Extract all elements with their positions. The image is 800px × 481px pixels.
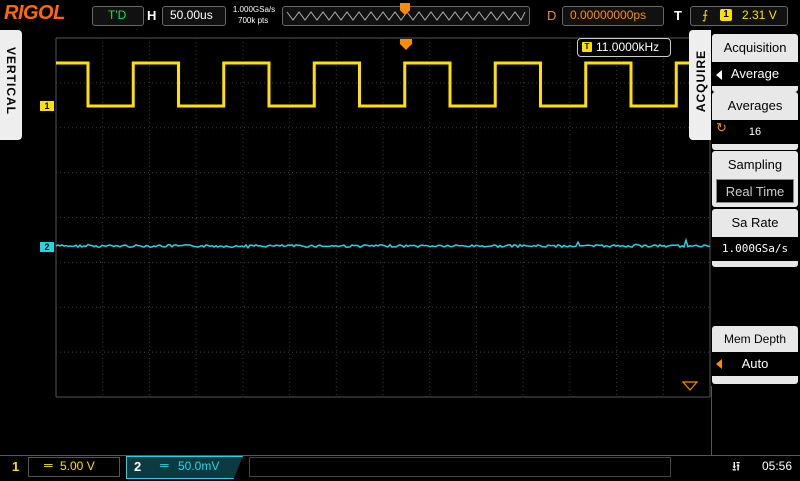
mem-depth-value: Auto xyxy=(712,352,798,376)
ch2-offset-marker[interactable]: 2 xyxy=(40,242,54,252)
sampling-value: Real Time xyxy=(716,179,794,203)
acquisition-button[interactable]: Acquisition Average xyxy=(712,34,798,92)
ch1-coupling-icon: ═ xyxy=(44,458,53,472)
knob-icon: ↻ xyxy=(716,120,727,135)
delay-label: D xyxy=(547,8,557,23)
frequency-value: 11.0000kHz xyxy=(596,40,660,54)
trigger-source-badge: 1 xyxy=(720,9,732,21)
menu-empty-slot xyxy=(712,268,798,325)
bottom-info-area xyxy=(249,457,671,477)
trigger-label: T xyxy=(674,8,682,23)
acquire-tab-label: ACQUIRE xyxy=(694,49,708,113)
run-state-label: T'D xyxy=(108,8,127,22)
ch2-coupling-icon: ═ xyxy=(160,458,169,472)
timebase-value: 50.00us xyxy=(170,8,213,22)
ch1-waveform xyxy=(56,61,710,108)
menu-arrow-icon xyxy=(716,359,722,369)
frequency-source-icon: T xyxy=(582,42,592,52)
system-clock: 05:56 xyxy=(762,459,793,473)
delay-value: 0.00000000ps xyxy=(570,8,647,22)
sa-rate-value: 1.000GSa/s xyxy=(712,237,798,261)
graticule xyxy=(55,37,711,398)
trigger-level-icon xyxy=(681,381,699,391)
trigger-marker-icon xyxy=(400,39,412,50)
trigger-edge-icon: ⨍ xyxy=(702,8,709,22)
sa-rate-title: Sa Rate xyxy=(731,215,779,230)
ch1-scale-value: 5.00 V xyxy=(60,459,95,473)
menu-arrow-icon xyxy=(716,70,722,80)
averages-title: Averages xyxy=(727,98,783,113)
sampling-button[interactable]: Sampling Real Time xyxy=(712,151,798,207)
mem-depth-button[interactable]: Mem Depth Auto xyxy=(712,326,798,384)
sampling-title: Sampling xyxy=(727,157,783,172)
acquisition-value: Average xyxy=(712,62,798,86)
averages-button[interactable]: Averages 16 ↻ xyxy=(712,92,798,150)
trigger-level-value: 2.31 V xyxy=(742,8,777,22)
menu-footer xyxy=(711,386,800,455)
horizontal-label: H xyxy=(147,8,157,23)
acquisition-title: Acquisition xyxy=(723,40,787,55)
ch2-scale-value: 50.0mV xyxy=(178,459,220,473)
usb-icon: ⭿ xyxy=(732,459,741,474)
ch1-offset-marker[interactable]: 1 xyxy=(40,101,54,111)
ch2-number[interactable]: 2 xyxy=(134,459,141,474)
brand-logo: RIGOL xyxy=(4,2,65,24)
mem-depth-title: Mem Depth xyxy=(723,332,787,346)
sa-rate-button[interactable]: Sa Rate 1.000GSa/s xyxy=(712,209,798,267)
memory-points-readout: 700k pts xyxy=(238,16,269,25)
ch1-number[interactable]: 1 xyxy=(12,459,19,474)
sample-rate-readout: 1.000GSa/s xyxy=(232,5,276,14)
waveform-display[interactable] xyxy=(0,30,712,455)
